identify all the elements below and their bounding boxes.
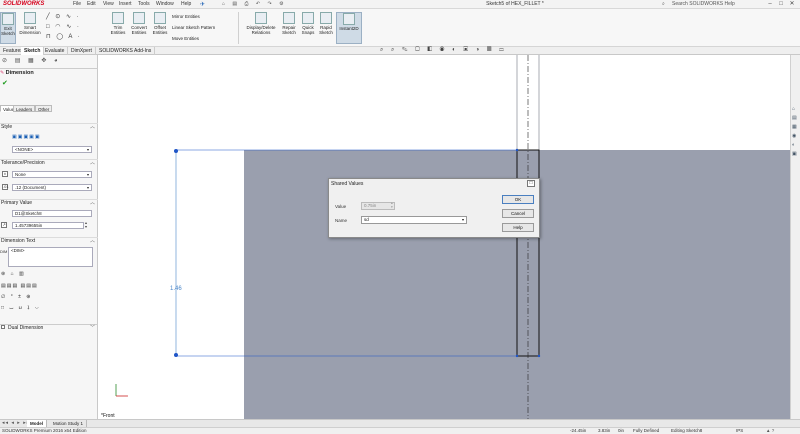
dimension-endpoint-top[interactable] <box>174 149 178 153</box>
edition-text: SOLIDWORKS Premium 2016 x64 Edition <box>2 428 87 433</box>
dialog-title: Shared Values <box>331 181 364 187</box>
tab-motion-study[interactable]: Motion Study 1 <box>50 420 88 427</box>
name-select[interactable]: sd ▾ <box>361 216 467 224</box>
value-spinner-icon[interactable]: ▴ ▾ <box>391 201 393 209</box>
task-pane-tabs: ⌂ ▤ ▦ ◉ ◐ ▣ <box>790 55 800 419</box>
value-field[interactable]: 0.75in <box>361 202 395 210</box>
name-label: Name <box>335 218 348 223</box>
tab-model[interactable]: Model <box>27 420 47 427</box>
dimension-value-label[interactable]: 1.46 <box>170 286 182 292</box>
units-status[interactable]: IPS <box>736 428 743 434</box>
sketch-point-top[interactable] <box>515 148 519 152</box>
cancel-button[interactable]: Cancel <box>502 209 534 218</box>
sketch-status: Fully Defined <box>633 428 660 433</box>
sketch-point-bottom-right[interactable] <box>537 354 541 358</box>
tab-nav-arrows[interactable]: ◂◂ ◂ ▸ ▸▸ <box>2 420 30 426</box>
dialog-close-button[interactable]: □ <box>527 180 535 187</box>
sketch-point-bottom[interactable] <box>515 354 519 358</box>
editing-status: Editing Sketch8 <box>671 428 703 433</box>
shared-values-dialog: Shared Values □ Value 0.75in ▴ ▾ Name sd … <box>328 178 540 238</box>
help-button[interactable]: Help <box>502 223 534 232</box>
bottom-tabs: ◂◂ ◂ ▸ ▸▸ Model Motion Study 1 <box>0 419 800 427</box>
x-coordinate: -24.45in <box>570 428 587 433</box>
dimension-endpoint-bottom[interactable] <box>174 353 178 357</box>
y-coordinate: 3.83in <box>598 428 611 433</box>
z-coordinate: 0in <box>618 428 625 433</box>
task-pane-icons[interactable]: ⌂ ▤ ▦ ◉ ◐ ▣ <box>792 105 797 159</box>
status-bar: SOLIDWORKS Premium 2016 x64 Edition -24.… <box>0 427 800 434</box>
value-label: Value <box>335 204 347 209</box>
status-options-icon[interactable]: ▲ ? <box>766 428 774 434</box>
chevron-down-icon: ▾ <box>461 217 464 222</box>
ok-button[interactable]: OK <box>502 195 534 204</box>
